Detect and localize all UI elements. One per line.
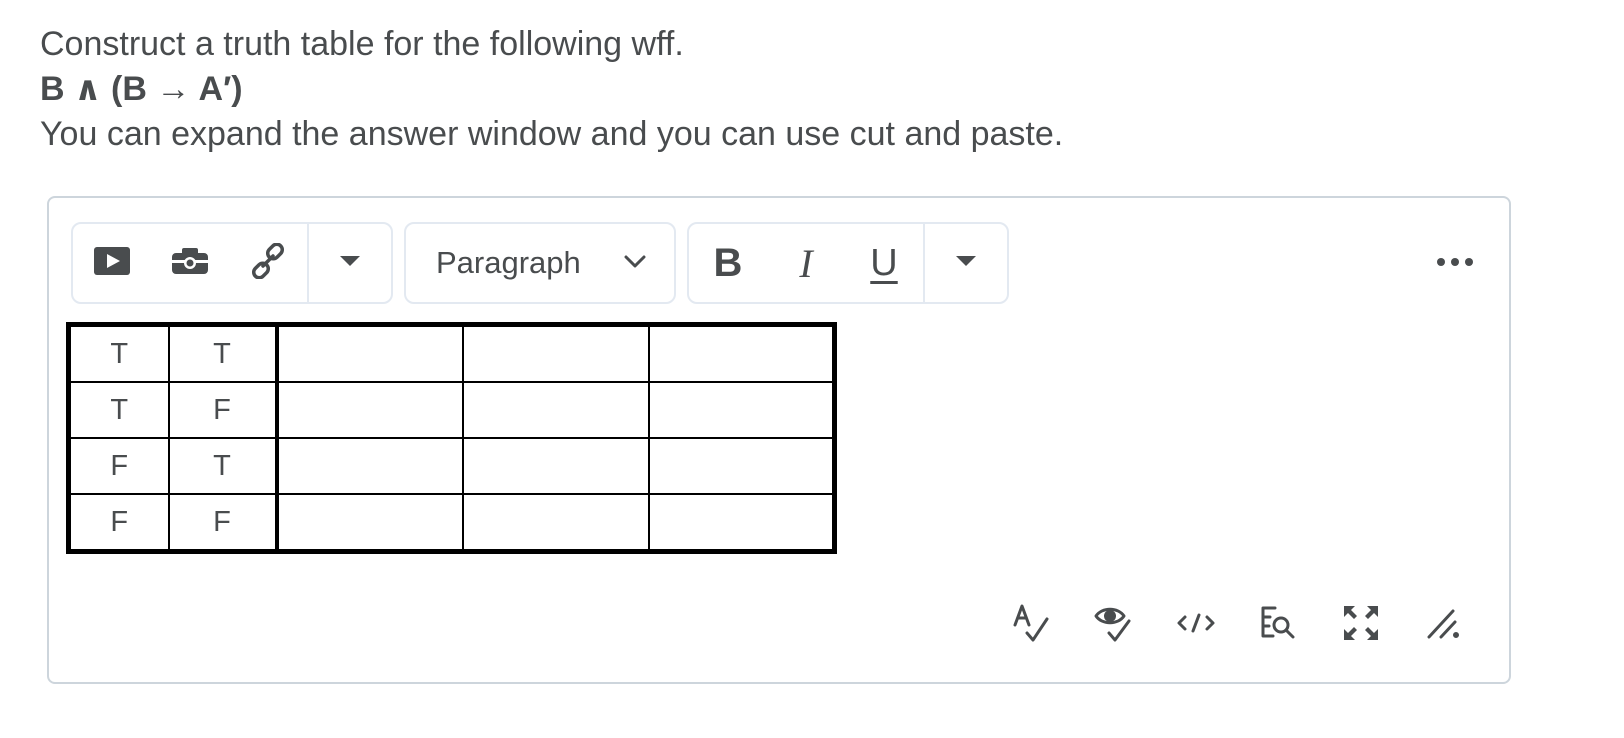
chevron-down-icon	[339, 254, 361, 272]
table-cell[interactable]	[647, 381, 836, 439]
source-code-icon	[1176, 611, 1216, 640]
video-icon	[93, 246, 131, 281]
source-code-button[interactable]	[1174, 603, 1218, 647]
style-toolbar-group: B I U	[687, 222, 1009, 304]
table-cell[interactable]	[275, 437, 464, 495]
question-prompt: Construct a truth table for the followin…	[40, 25, 684, 63]
table-cell[interactable]	[275, 493, 464, 553]
table-cell[interactable]: T	[67, 381, 170, 439]
find-replace-icon	[1259, 603, 1299, 648]
bold-icon: B	[713, 240, 743, 285]
format-select-value: Paragraph	[436, 245, 581, 280]
table-cell[interactable]	[461, 323, 650, 383]
underline-button[interactable]: U	[845, 224, 923, 302]
resize-handle-icon	[1423, 603, 1463, 648]
table-cell[interactable]: T	[167, 323, 279, 383]
table-cell[interactable]: F	[67, 493, 170, 553]
link-icon	[250, 241, 286, 284]
table-cell[interactable]	[647, 493, 836, 553]
table-cell[interactable]	[461, 381, 650, 439]
insert-more-button[interactable]	[309, 224, 391, 302]
insert-image-button[interactable]	[151, 224, 229, 302]
table-cell[interactable]	[275, 381, 464, 439]
accessibility-check-icon	[1093, 603, 1133, 648]
question: Construct a truth table for the followin…	[40, 22, 1063, 157]
more-options-button[interactable]	[1425, 224, 1485, 302]
table-cell[interactable]	[647, 323, 836, 383]
truth-table[interactable]: T T T F F T F F	[66, 322, 837, 554]
spellcheck-icon	[1011, 603, 1051, 648]
underline-icon: U	[870, 241, 898, 284]
table-cell[interactable]	[275, 323, 464, 383]
format-select[interactable]: Paragraph	[404, 222, 676, 304]
insert-link-button[interactable]	[229, 224, 307, 302]
insert-toolbar-group	[71, 222, 393, 304]
italic-button[interactable]: I	[767, 224, 845, 302]
style-more-button[interactable]	[925, 224, 1007, 302]
answer-editor[interactable]: Paragraph B I U T T T F F T F F	[47, 196, 1511, 684]
accessibility-check-button[interactable]	[1091, 603, 1135, 647]
table-cell[interactable]: T	[67, 323, 170, 383]
fullscreen-icon	[1341, 603, 1381, 648]
camera-icon	[171, 247, 209, 280]
question-formula: B ∧ (B → A′)	[40, 70, 243, 108]
insert-video-button[interactable]	[73, 224, 151, 302]
table-cell[interactable]: T	[167, 437, 279, 495]
table-cell[interactable]: F	[67, 437, 170, 495]
chevron-down-icon	[624, 255, 646, 274]
more-options-icon	[1436, 254, 1474, 272]
find-replace-button[interactable]	[1257, 603, 1301, 647]
fullscreen-button[interactable]	[1339, 603, 1383, 647]
bold-button[interactable]: B	[689, 224, 767, 302]
table-cell[interactable]: F	[167, 493, 279, 553]
table-cell[interactable]	[647, 437, 836, 495]
table-row: T T	[67, 323, 836, 383]
table-row: F F	[67, 493, 836, 553]
table-row: F T	[67, 437, 836, 495]
table-row: T F	[67, 381, 836, 439]
italic-icon: I	[799, 240, 813, 286]
spellcheck-button[interactable]	[1009, 603, 1053, 647]
resize-handle[interactable]	[1421, 603, 1465, 647]
question-instructions: You can expand the answer window and you…	[40, 115, 1064, 153]
chevron-down-icon	[955, 254, 977, 272]
table-cell[interactable]: F	[167, 381, 279, 439]
table-cell[interactable]	[461, 493, 650, 553]
table-cell[interactable]	[461, 437, 650, 495]
